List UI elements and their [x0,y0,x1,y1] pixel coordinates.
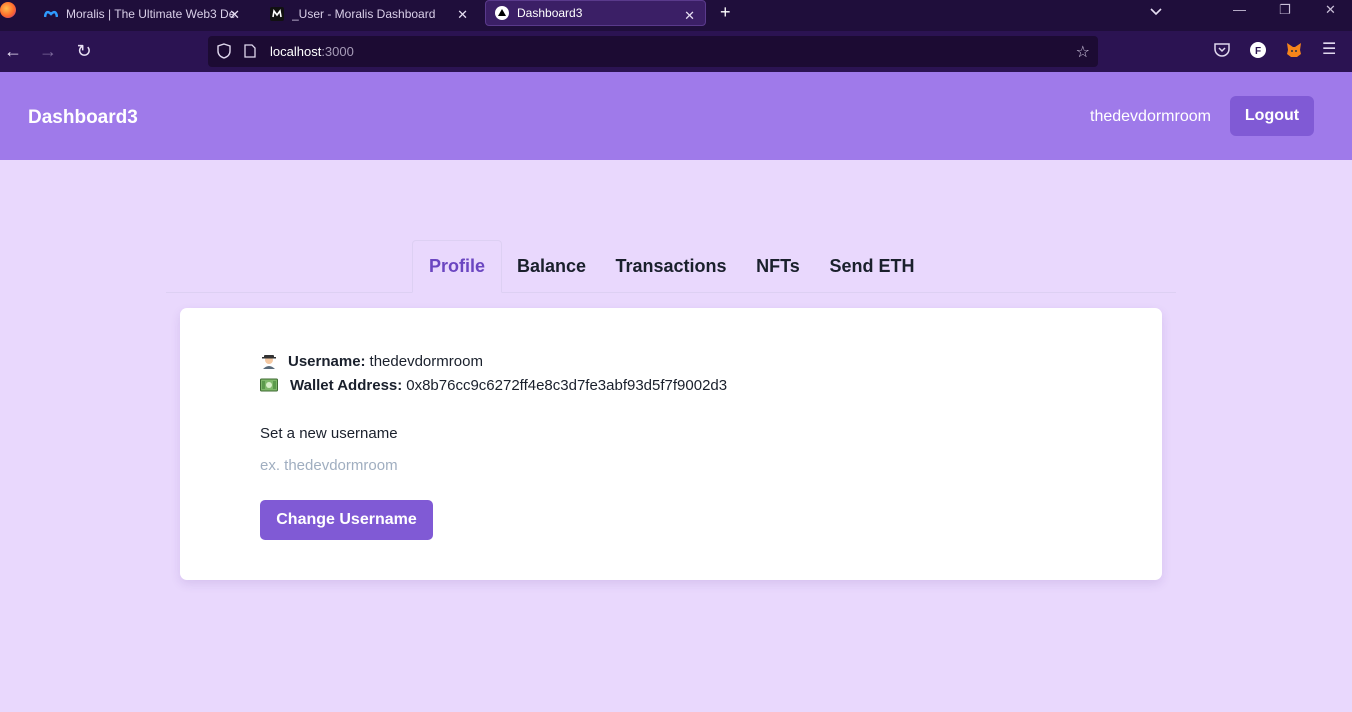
brand-title: Dashboard3 [28,107,138,128]
tab-send-eth[interactable]: Send ETH [818,240,926,293]
browser-tab-title: Dashboard3 [517,6,583,20]
browser-tab-title: Moralis | The Ultimate Web3 De [66,7,236,21]
username-label: Username: [288,352,366,370]
chevron-down-icon[interactable] [1148,3,1164,19]
tab-profile[interactable]: Profile [412,240,502,293]
tab-transactions[interactable]: Transactions [602,240,740,293]
new-username-input[interactable] [260,453,660,477]
svg-text:F: F [1255,46,1261,57]
url-bar[interactable]: localhost:3000 ☆ [208,36,1098,67]
menu-icon[interactable]: ☰ [1322,39,1336,59]
browser-tab-moralis[interactable]: Moralis | The Ultimate Web3 De ✕ [34,0,250,28]
username-value: thedevdormroom [369,352,483,370]
metamask-fox-icon[interactable] [1285,41,1303,64]
minimize-icon[interactable]: — [1233,2,1246,17]
tab-balance[interactable]: Balance [506,240,597,293]
close-window-icon[interactable]: ✕ [1325,2,1336,18]
moralis-logo-icon [44,7,58,21]
detective-icon [260,352,278,370]
url-text[interactable]: localhost:3000 [270,44,354,59]
close-icon[interactable]: ✕ [457,7,468,23]
profile-card: Username: thedevdormroom Wallet Address:… [180,308,1162,580]
close-icon[interactable]: ✕ [684,8,695,24]
firefox-icon[interactable] [0,2,16,18]
shield-icon[interactable] [216,43,232,64]
reload-icon[interactable]: ↻ [74,41,94,61]
app-header: Dashboard3 thedevdormroom Logout [0,72,1352,160]
account-f-icon[interactable]: F [1249,41,1267,64]
money-bill-icon [260,376,278,394]
wallet-label: Wallet Address: [290,376,403,394]
new-tab-plus-icon[interactable]: + [720,2,731,23]
back-arrow-icon[interactable]: ← [3,41,23,61]
moralis-m-icon [270,7,284,21]
change-username-button[interactable]: Change Username [260,500,433,540]
set-username-label: Set a new username [260,425,398,442]
browser-tab-moralis-dashboard[interactable]: _User - Moralis Dashboard ✕ [260,0,478,28]
browser-tab-bar: Moralis | The Ultimate Web3 De ✕ _User -… [0,0,1352,31]
browser-tab-dashboard3[interactable]: Dashboard3 ✕ [485,0,706,26]
wallet-address: 0x8b76cc9c6272ff4e8c3d7fe3abf93d5f7f9002… [406,376,728,394]
browser-nav-bar: ← → ↻ localhost:3000 ☆ F ☰ [0,31,1352,72]
restore-icon[interactable]: ❐ [1279,2,1291,18]
username-row: Username: thedevdormroom [260,352,483,370]
tab-list: Profile Balance Transactions NFTs Send E… [166,240,1176,293]
pocket-icon[interactable] [1213,41,1231,64]
browser-tab-title: _User - Moralis Dashboard [292,7,436,21]
forward-arrow-icon[interactable]: → [38,41,58,61]
wallet-row: Wallet Address: 0x8b76cc9c6272ff4e8c3d7f… [260,376,727,394]
header-username: thedevdormroom [1090,108,1211,125]
tab-nfts[interactable]: NFTs [744,240,812,293]
page-icon[interactable] [244,44,256,63]
triangle-icon [495,6,509,20]
logout-button[interactable]: Logout [1230,96,1314,136]
bookmark-star-icon[interactable]: ☆ [1076,42,1090,62]
close-icon[interactable]: ✕ [229,7,240,23]
